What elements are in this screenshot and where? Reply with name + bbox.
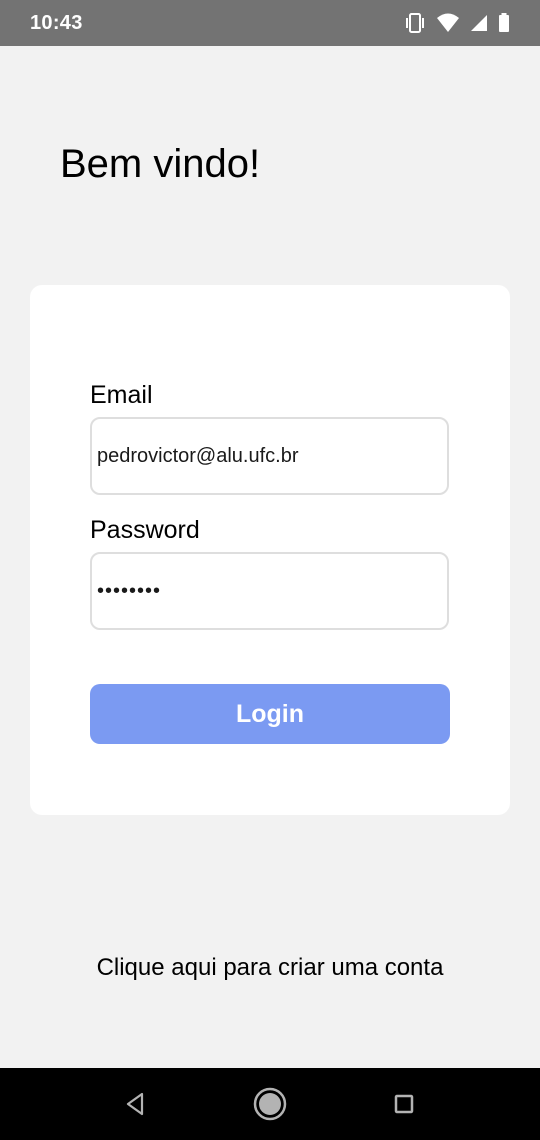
status-icons xyxy=(404,13,510,33)
page-title: Bem vindo! xyxy=(60,142,261,186)
status-bar: 10:43 xyxy=(0,0,540,46)
wifi-icon xyxy=(436,13,460,33)
create-account-link[interactable]: Clique aqui para criar uma conta xyxy=(0,953,540,983)
email-field[interactable] xyxy=(90,417,449,495)
password-label: Password xyxy=(90,516,200,544)
password-field[interactable] xyxy=(90,552,449,630)
home-icon[interactable] xyxy=(252,1086,288,1122)
recents-icon[interactable] xyxy=(386,1086,422,1122)
status-time: 10:43 xyxy=(30,12,83,34)
navigation-bar xyxy=(0,1068,540,1140)
email-label: Email xyxy=(90,381,153,409)
login-card: Email Password Login xyxy=(30,285,510,815)
back-icon[interactable] xyxy=(117,1086,153,1122)
cell-signal-icon xyxy=(470,14,488,32)
vibrate-icon xyxy=(404,13,426,33)
battery-icon xyxy=(498,13,510,33)
login-button[interactable]: Login xyxy=(90,684,450,744)
